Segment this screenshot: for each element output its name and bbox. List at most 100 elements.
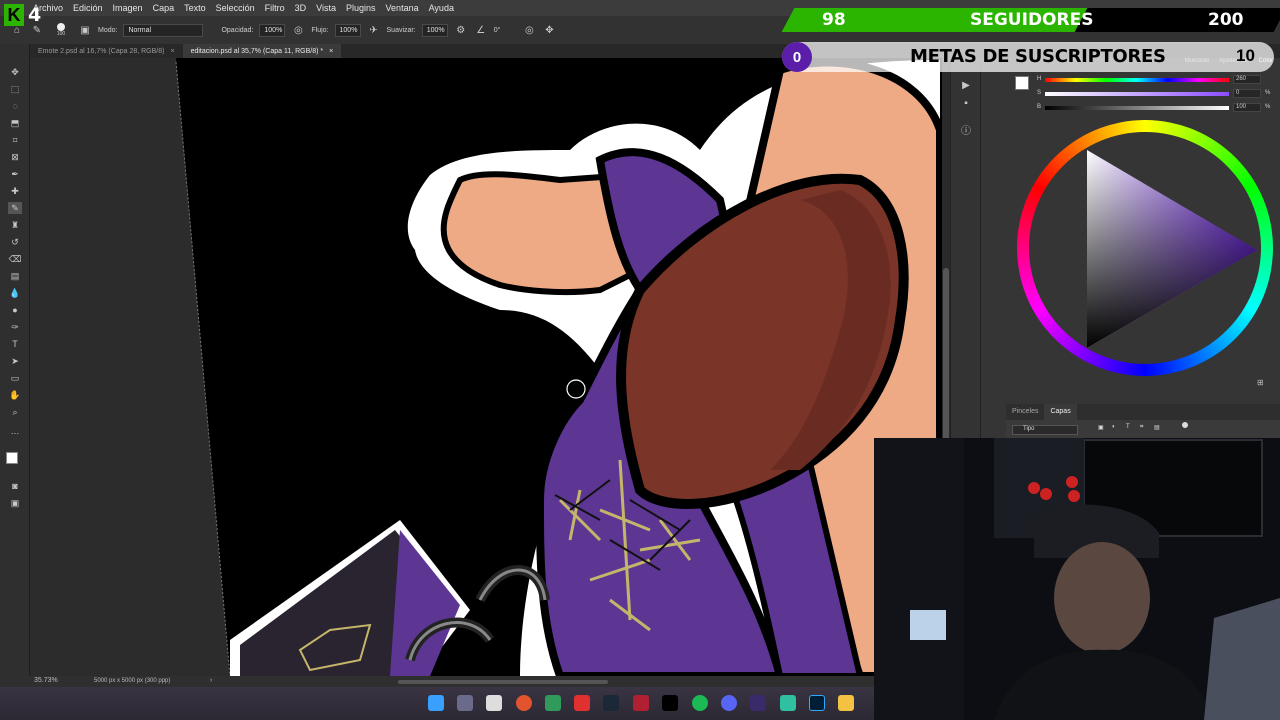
status-arrow-icon[interactable]: › bbox=[210, 677, 212, 684]
hue-slider[interactable] bbox=[1045, 78, 1229, 82]
editor-icon[interactable] bbox=[633, 695, 649, 711]
tab-brushes[interactable]: Pinceles bbox=[1006, 404, 1044, 420]
photoshop-icon[interactable] bbox=[809, 695, 825, 711]
saturation-slider[interactable] bbox=[1045, 92, 1229, 96]
layer-filter-select[interactable]: Tipo bbox=[1012, 425, 1078, 435]
tiktok-icon[interactable] bbox=[662, 695, 678, 711]
artwork-canvas[interactable] bbox=[30, 58, 942, 676]
brush-tool-icon[interactable]: ✎ bbox=[8, 202, 22, 214]
menu-item[interactable]: Capa bbox=[148, 3, 180, 13]
flow-input[interactable]: 100% bbox=[334, 23, 361, 37]
file-explorer-icon[interactable] bbox=[838, 695, 854, 711]
media-icon[interactable] bbox=[574, 695, 590, 711]
brightness-slider[interactable] bbox=[1045, 106, 1229, 110]
zoom-tool-icon[interactable]: ⌕ bbox=[8, 406, 22, 418]
close-icon[interactable]: × bbox=[170, 48, 174, 55]
stamp-tool-icon[interactable]: ♜ bbox=[8, 219, 22, 231]
color-panel-foreground-swatch[interactable] bbox=[1015, 76, 1029, 90]
lasso-tool-icon[interactable]: ◌ bbox=[8, 100, 22, 112]
zoom-level[interactable]: 35.73% bbox=[34, 677, 58, 684]
healing-tool-icon[interactable]: ✚ bbox=[8, 185, 22, 197]
blur-tool-icon[interactable]: 💧 bbox=[8, 287, 22, 299]
horizontal-scrollbar[interactable] bbox=[398, 680, 608, 684]
file-icon[interactable] bbox=[486, 695, 502, 711]
chat-icon[interactable] bbox=[780, 695, 796, 711]
menu-item[interactable]: Plugins bbox=[341, 3, 381, 13]
foreground-color-swatch[interactable] bbox=[6, 452, 18, 464]
play-icon[interactable]: ▶ bbox=[959, 78, 973, 92]
streaming-icon[interactable] bbox=[750, 695, 766, 711]
mode-select[interactable]: Normal bbox=[123, 23, 204, 37]
steam-icon[interactable] bbox=[603, 695, 619, 711]
menu-item[interactable]: Texto bbox=[179, 3, 211, 13]
menu-item[interactable]: Edición bbox=[68, 3, 108, 13]
discord-icon[interactable] bbox=[721, 695, 737, 711]
menu-item[interactable]: Ayuda bbox=[424, 3, 459, 13]
crop-tool-icon[interactable]: ⌗ bbox=[8, 134, 22, 146]
gradient-tool-icon[interactable]: ▤ bbox=[8, 270, 22, 282]
shape-tool-icon[interactable]: ▭ bbox=[8, 372, 22, 384]
screen-mode-icon[interactable]: ▣ bbox=[8, 497, 22, 509]
menu-item[interactable]: Imagen bbox=[108, 3, 148, 13]
close-icon[interactable]: × bbox=[329, 48, 333, 55]
marquee-tool-icon[interactable]: ⬚ bbox=[8, 83, 22, 95]
quick-select-tool-icon[interactable]: ⬒ bbox=[8, 117, 22, 129]
document-tab[interactable]: Emote 2.psd al 16,7% (Capa 28, RGB/8) × bbox=[30, 44, 183, 58]
color-triangle[interactable] bbox=[1017, 120, 1273, 376]
color-wheel[interactable] bbox=[1017, 120, 1273, 432]
angle-value[interactable]: 0° bbox=[494, 27, 501, 34]
filter-toggle[interactable] bbox=[1182, 422, 1188, 428]
brightness-value[interactable]: 100 bbox=[1233, 103, 1261, 112]
saturation-value[interactable]: 0 bbox=[1233, 89, 1261, 98]
brush-preset-picker[interactable]: 100 bbox=[50, 23, 72, 37]
smooth-input[interactable]: 100% bbox=[421, 23, 448, 37]
more-tools-icon[interactable]: … bbox=[8, 425, 22, 437]
pressure-size-icon[interactable]: ◎ bbox=[522, 23, 536, 37]
color-swatches[interactable] bbox=[6, 452, 24, 470]
menu-item[interactable]: Ventana bbox=[381, 3, 424, 13]
path-select-tool-icon[interactable]: ➤ bbox=[8, 355, 22, 367]
airbrush-icon[interactable]: ✈ bbox=[367, 23, 381, 37]
smoothing-settings-icon[interactable]: ⚙ bbox=[454, 23, 468, 37]
filter-adjust-icon[interactable]: ◐ bbox=[1112, 424, 1116, 430]
history-brush-tool-icon[interactable]: ↺ bbox=[8, 236, 22, 248]
browser-icon[interactable] bbox=[516, 695, 532, 711]
menu-item[interactable]: 3D bbox=[290, 3, 312, 13]
filter-pixel-icon[interactable]: ▣ bbox=[1098, 424, 1104, 431]
filter-smart-icon[interactable]: ▤ bbox=[1154, 424, 1160, 431]
saturation-slider-row[interactable]: S 0 % bbox=[1037, 89, 1270, 100]
menu-item[interactable]: Selección bbox=[211, 3, 260, 13]
hue-slider-row[interactable]: H 260 bbox=[1037, 75, 1261, 86]
filter-type-icon[interactable]: T bbox=[1126, 424, 1130, 430]
expand-icon[interactable]: ⊞ bbox=[1257, 378, 1264, 387]
pressure-opacity-icon[interactable]: ◎ bbox=[291, 23, 305, 37]
frame-tool-icon[interactable]: ⊠ bbox=[8, 151, 22, 163]
hand-tool-icon[interactable]: ✋ bbox=[8, 389, 22, 401]
type-tool-icon[interactable]: T bbox=[8, 338, 22, 350]
eyedropper-tool-icon[interactable]: ✒ bbox=[8, 168, 22, 180]
comment-icon[interactable]: ▪ bbox=[959, 96, 973, 110]
opacity-input[interactable]: 100% bbox=[259, 23, 286, 37]
pen-tool-icon[interactable]: ✑ bbox=[8, 321, 22, 333]
brightness-slider-row[interactable]: B 100 % bbox=[1037, 103, 1270, 114]
canvas-area[interactable] bbox=[30, 58, 942, 676]
symmetry-icon[interactable]: ✥ bbox=[542, 23, 556, 37]
document-tab[interactable]: editacion.psd al 35,7% (Capa 11, RGB/8) … bbox=[182, 44, 342, 58]
menu-item[interactable]: Filtro bbox=[260, 3, 290, 13]
hue-value[interactable]: 260 bbox=[1233, 75, 1261, 84]
taskview-icon[interactable] bbox=[457, 695, 473, 711]
move-tool-icon[interactable]: ✥ bbox=[8, 66, 22, 78]
menu-item[interactable]: Vista bbox=[311, 3, 341, 13]
filter-shape-icon[interactable]: ⌗ bbox=[1140, 424, 1143, 431]
followers-label: SEGUIDORES bbox=[970, 10, 1094, 30]
brush-settings-icon[interactable]: ▣ bbox=[78, 23, 92, 37]
dodge-tool-icon[interactable]: ● bbox=[8, 304, 22, 316]
eraser-tool-icon[interactable]: ⌫ bbox=[8, 253, 22, 265]
quick-mask-icon[interactable]: ◙ bbox=[8, 480, 22, 492]
spotify-icon[interactable] bbox=[692, 695, 708, 711]
windows-start-icon[interactable] bbox=[428, 695, 444, 711]
tab-layers[interactable]: Capas bbox=[1044, 404, 1077, 420]
saturation-unit: % bbox=[1265, 90, 1271, 96]
app-icon[interactable] bbox=[545, 695, 561, 711]
info-icon[interactable]: ⓘ bbox=[959, 122, 973, 137]
